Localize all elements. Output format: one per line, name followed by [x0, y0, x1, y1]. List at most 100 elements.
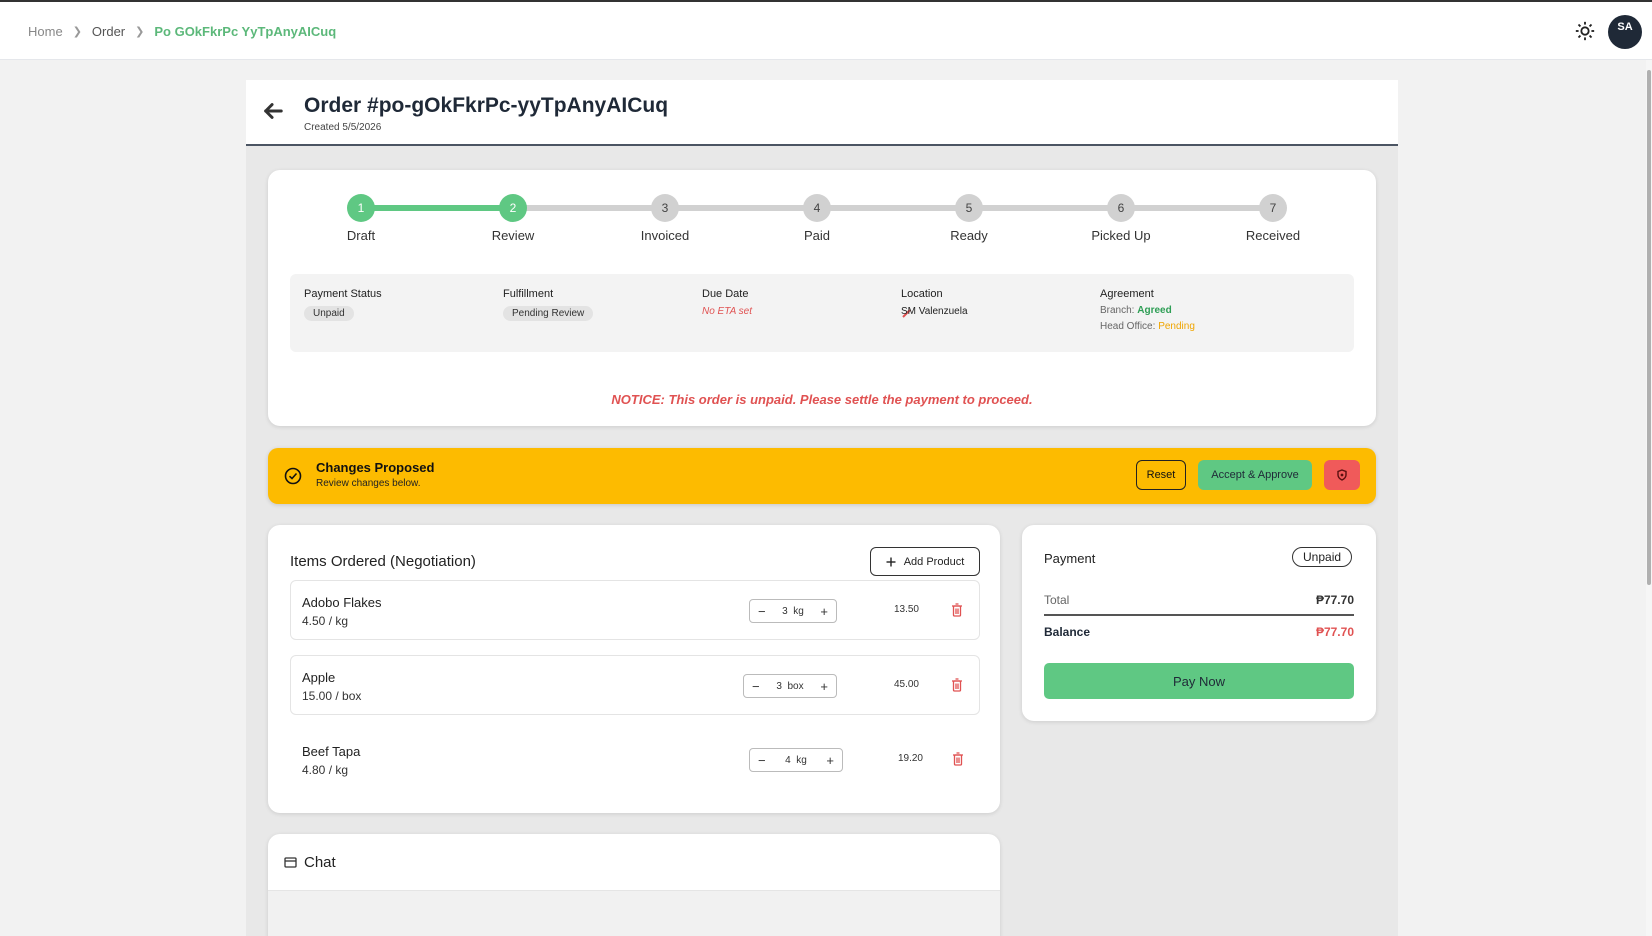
progress-step: 6 Picked Up	[1071, 194, 1171, 243]
reject-button[interactable]	[1324, 460, 1360, 490]
progress-step: 5 Ready	[919, 194, 1019, 243]
plus-icon[interactable]: +	[820, 604, 828, 619]
total-value: ₱77.70	[1315, 593, 1354, 607]
item-name: Beef Tapa	[302, 744, 361, 759]
item-name: Adobo Flakes	[302, 595, 382, 610]
order-header: Order #po-gOkFkrPc-yyTpAnyAICuq Created …	[246, 80, 1398, 146]
progress-step: 1 Draft	[311, 194, 411, 243]
scrollbar[interactable]	[1646, 60, 1652, 936]
arrow-left-icon[interactable]	[262, 100, 284, 122]
trash-icon[interactable]	[951, 603, 963, 617]
balance-row: Balance ₱77.70	[1044, 625, 1354, 639]
payment-status-badge: Unpaid	[1292, 547, 1353, 567]
top-bar: Home ❯ Order ❯ Po GOkFkrPc YyTpAnyAICuq …	[0, 0, 1652, 60]
breadcrumb-current: Po GOkFkrPc YyTpAnyAICuq	[154, 24, 337, 39]
chat-title: Chat	[304, 854, 336, 871]
balance-value: ₱77.70	[1315, 625, 1354, 639]
quantity-stepper[interactable]: − 3 kg +	[749, 599, 837, 623]
payment-status-badge: Unpaid	[304, 306, 354, 321]
progress-step: 2 Review	[463, 194, 563, 243]
chat-card: Chat	[268, 834, 1000, 936]
order-info: Payment Status Unpaid Fulfillment Pendin…	[290, 274, 1354, 352]
avatar[interactable]: SA	[1608, 15, 1642, 49]
due-date-value: No ETA set	[702, 306, 753, 317]
item-price: 4.80 / kg	[302, 763, 349, 777]
chevron-right-icon: ❯	[72, 26, 82, 38]
payment-title: Payment	[1044, 551, 1096, 566]
step-label: Draft	[346, 228, 376, 243]
breadcrumb-order[interactable]: Order	[92, 24, 125, 39]
progress-card: 1 Draft 2 Review 3 Invoiced 4 Paid 5 Ready 6 Picked…	[268, 170, 1376, 426]
accept-approve-button[interactable]: Accept & Approve	[1198, 460, 1312, 490]
minus-icon[interactable]: −	[758, 753, 766, 768]
item-row-beef-tapa: Beef Tapa 4.80 / kg − 4 kg + 19.20	[290, 729, 980, 789]
shield-icon	[1337, 469, 1347, 481]
breadcrumb: Home ❯ Order ❯ Po GOkFkrPc YyTpAnyAICuq	[28, 24, 336, 39]
payment-card: Payment Unpaid Total ₱77.70 Balance ₱77.…	[1022, 525, 1376, 721]
breadcrumb-home[interactable]: Home	[28, 24, 63, 39]
item-subtotal: 13.50	[893, 604, 919, 615]
step-label: Review	[491, 228, 535, 243]
pay-now-button[interactable]: Pay Now	[1044, 663, 1354, 699]
created-date: Created 5/5/2026	[304, 122, 382, 133]
page-title: Order #po-gOkFkrPc-yyTpAnyAICuq	[304, 94, 669, 117]
item-price: 15.00 / box	[302, 689, 362, 703]
progress-step: 4 Paid	[767, 194, 867, 243]
item-row-apple: Apple 15.00 / box − 3 box + 45.00	[290, 655, 980, 715]
progress-step: 3 Invoiced	[615, 194, 715, 243]
step-number: 2	[499, 194, 527, 222]
items-title: Items Ordered (Negotiation)	[290, 553, 476, 570]
step-number: 3	[651, 194, 679, 222]
agreement: Agreement Branch: Agreed Head Office: Pe…	[1100, 288, 1195, 332]
location-value: SM Valenzuela	[901, 306, 968, 317]
progress-step: 7 Received	[1223, 194, 1323, 243]
step-label: Ready	[950, 228, 988, 243]
trash-icon[interactable]	[952, 752, 964, 766]
add-product-button[interactable]: Add Product	[870, 547, 980, 576]
step-number: 4	[803, 194, 831, 222]
step-label: Invoiced	[640, 228, 690, 243]
chevron-right-icon: ❯	[135, 26, 145, 38]
minus-icon[interactable]: −	[752, 679, 760, 694]
order-panel: Order #po-gOkFkrPc-yyTpAnyAICuq Created …	[246, 80, 1398, 936]
plus-icon[interactable]: +	[826, 753, 834, 768]
quantity-stepper[interactable]: − 3 box +	[743, 674, 837, 698]
location: Location SM Valenzuela	[901, 288, 968, 317]
item-name: Apple	[302, 670, 336, 685]
fulfillment: Fulfillment Pending Review	[503, 288, 594, 321]
total-row: Total ₱77.70	[1044, 593, 1354, 607]
item-row-adobo-flakes: Adobo Flakes 4.50 / kg − 3 kg + 13.50	[290, 580, 980, 640]
fulfillment-badge: Pending Review	[503, 306, 594, 321]
banner-subtitle: Review changes below.	[316, 478, 421, 489]
sun-icon[interactable]	[1574, 20, 1596, 42]
step-label: Picked Up	[1091, 228, 1151, 243]
quantity-stepper[interactable]: − 4 kg +	[749, 748, 843, 772]
divider	[1044, 614, 1354, 616]
chat-icon	[284, 857, 297, 868]
check-circle-icon	[284, 467, 302, 485]
reset-button[interactable]: Reset	[1136, 460, 1186, 490]
plus-icon[interactable]: +	[820, 679, 828, 694]
changes-banner: Changes Proposed Review changes below. R…	[268, 448, 1376, 504]
step-number: 6	[1107, 194, 1135, 222]
step-label: Received	[1245, 228, 1301, 243]
trash-icon[interactable]	[951, 678, 963, 692]
step-number: 7	[1259, 194, 1287, 222]
minus-icon[interactable]: −	[758, 604, 766, 619]
banner-title: Changes Proposed	[316, 460, 435, 475]
item-subtotal: 45.00	[893, 679, 919, 690]
item-price: 4.50 / kg	[302, 614, 349, 628]
due-date: Due Date No ETA set	[702, 288, 753, 317]
items-card: Items Ordered (Negotiation) Add Product …	[268, 525, 1000, 813]
item-subtotal: 19.20	[897, 753, 923, 764]
scrollbar-thumb[interactable]	[1647, 70, 1651, 585]
branch-status: Agreed	[1137, 305, 1172, 316]
plus-icon	[886, 557, 896, 566]
unpaid-notice: NOTICE: This order is unpaid. Please set…	[611, 392, 1033, 407]
payment-status: Payment Status Unpaid	[304, 288, 382, 321]
chat-body	[268, 890, 1000, 936]
step-label: Paid	[803, 228, 831, 243]
step-number: 1	[347, 194, 375, 222]
step-number: 5	[955, 194, 983, 222]
head-office-status: Pending	[1158, 321, 1195, 332]
